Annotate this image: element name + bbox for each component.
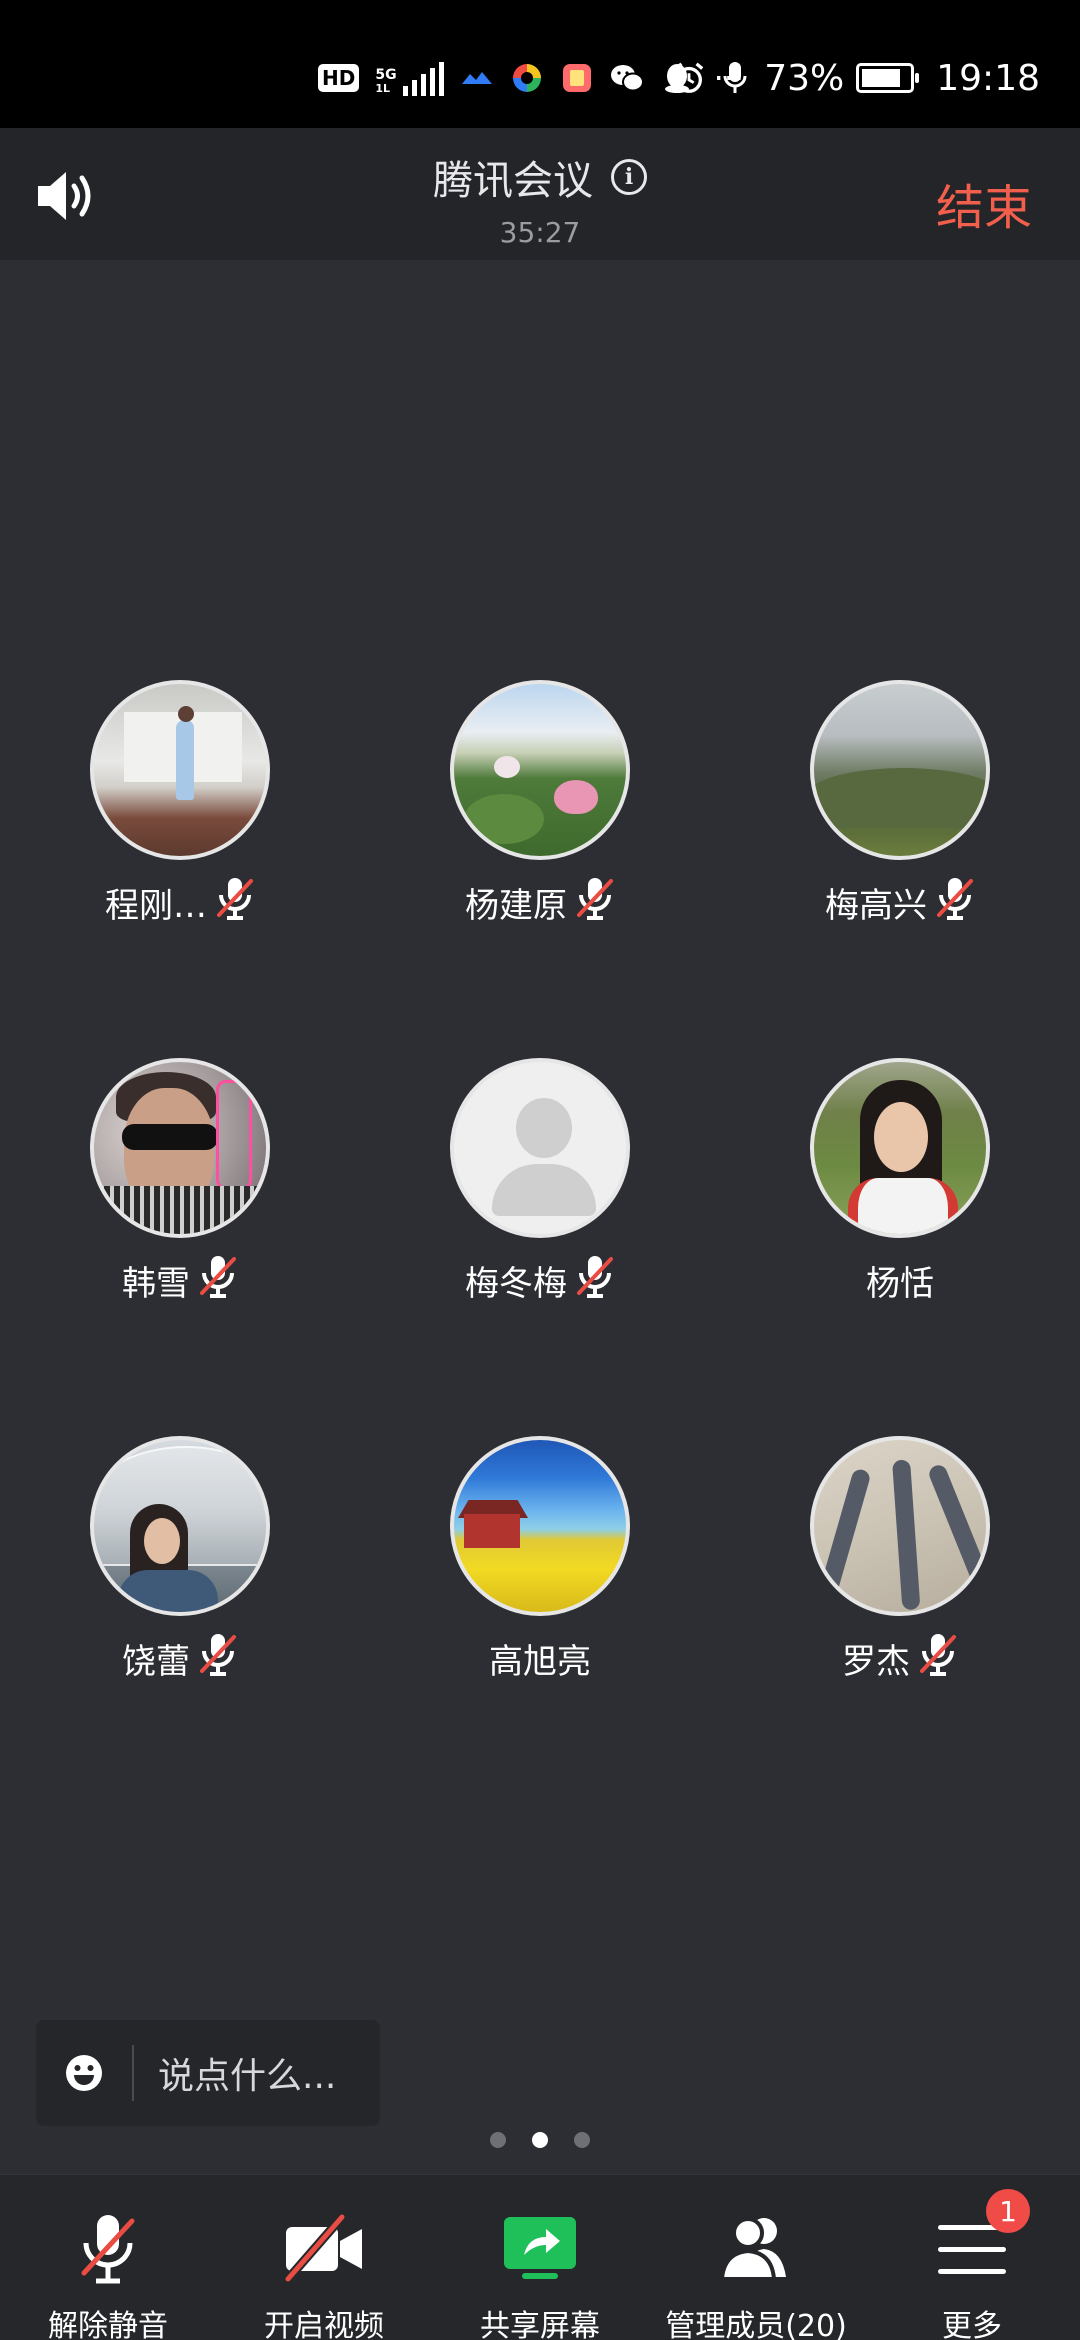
participant-name: 高旭亮 — [489, 1641, 591, 1682]
page-indicator[interactable] — [0, 2132, 1080, 2148]
title-block: 腾讯会议 i 35:27 — [0, 148, 1080, 249]
unmute-button[interactable]: 解除静音 — [0, 2211, 216, 2340]
battery-fill — [862, 69, 901, 87]
share-screen-button[interactable]: 共享屏幕 — [432, 2211, 648, 2340]
network-5g-label: 5G — [375, 67, 397, 83]
notification-badge: 1 — [986, 2189, 1030, 2233]
video-off-icon — [282, 2211, 366, 2287]
participant-tile[interactable]: 梅高兴 — [750, 680, 1050, 926]
avatar — [90, 1436, 270, 1616]
network-type: 5G 1L — [375, 68, 396, 96]
chat-input[interactable]: 说点什么... — [36, 2020, 380, 2126]
emoji-icon[interactable] — [64, 2053, 104, 2093]
mic-muted-icon — [198, 1253, 238, 1308]
start-video-label: 开启视频 — [264, 2309, 384, 2340]
meeting-timer: 35:27 — [499, 216, 581, 249]
participant-tile[interactable]: 程刚… — [30, 680, 330, 926]
avatar — [450, 680, 630, 860]
avatar — [90, 680, 270, 860]
participant-tile[interactable]: 杨恬 — [750, 1058, 1050, 1304]
participant-name: 饶蕾 — [122, 1641, 190, 1682]
color-app-icon — [510, 61, 544, 95]
participant-tile[interactable]: 杨建原 — [390, 680, 690, 926]
avatar — [810, 680, 990, 860]
hd-badge: HD — [318, 64, 360, 92]
default-avatar-icon — [516, 1098, 572, 1158]
cell-signal-icon: 5G 1L — [375, 60, 444, 96]
page-dot[interactable] — [574, 2132, 590, 2148]
network-sub-label: 1L — [375, 82, 391, 95]
clock: 19:18 — [936, 57, 1040, 99]
participant-name: 罗杰 — [842, 1641, 910, 1682]
page-dot[interactable] — [490, 2132, 506, 2148]
participant-name: 杨建原 — [465, 885, 567, 926]
menu-icon: 1 — [930, 2189, 1030, 2287]
mic-muted-icon — [935, 875, 975, 930]
battery-percent: 73% — [764, 57, 845, 99]
alarm-icon — [672, 61, 706, 95]
manage-members-label: 管理成员(20) — [665, 2309, 847, 2340]
info-icon[interactable]: i — [611, 159, 647, 195]
participant-tile[interactable]: 梅冬梅 — [390, 1058, 690, 1304]
status-right: 73% 19:18 — [672, 54, 1040, 102]
mic-muted-icon — [575, 875, 615, 930]
chat-divider — [132, 2045, 134, 2101]
more-button[interactable]: 1 更多 — [864, 2189, 1080, 2340]
avatar — [90, 1058, 270, 1238]
participant-tile[interactable]: 高旭亮 — [390, 1436, 690, 1682]
participant-name: 程刚… — [105, 885, 207, 926]
more-label: 更多 — [942, 2309, 1002, 2340]
page-dot[interactable] — [532, 2132, 548, 2148]
battery-icon — [856, 63, 920, 93]
avatar — [810, 1058, 990, 1238]
microphone-status-icon — [718, 61, 752, 95]
participant-name: 韩雪 — [122, 1263, 190, 1304]
participant-tile[interactable]: 罗杰 — [750, 1436, 1050, 1682]
bottom-toolbar: 解除静音 开启视频 共享屏幕 管理成员(20) 1 更多 — [0, 2174, 1080, 2340]
mic-muted-icon — [575, 1253, 615, 1308]
mic-muted-icon — [918, 1631, 958, 1686]
chat-placeholder: 说点什么... — [158, 2056, 337, 2097]
participant-name: 梅高兴 — [825, 885, 927, 926]
app-store-icon — [560, 61, 594, 95]
feishu-app-icon — [460, 61, 494, 95]
end-meeting-button[interactable]: 结束 — [936, 168, 1032, 238]
participant-tile[interactable]: 饶蕾 — [30, 1436, 330, 1682]
members-icon — [714, 2211, 798, 2287]
meeting-header: 腾讯会议 i 35:27 结束 — [0, 128, 1080, 260]
avatar — [450, 1436, 630, 1616]
manage-members-button[interactable]: 管理成员(20) — [648, 2211, 864, 2340]
participant-name: 梅冬梅 — [465, 1263, 567, 1304]
avatar — [450, 1058, 630, 1238]
start-video-button[interactable]: 开启视频 — [216, 2211, 432, 2340]
page-title: 腾讯会议 — [433, 158, 593, 204]
status-bar: HD 5G 1L ··· 73% 19:18 — [0, 0, 1080, 128]
unmute-label: 解除静音 — [48, 2309, 168, 2340]
title-row[interactable]: 腾讯会议 i — [433, 148, 647, 206]
avatar — [810, 1436, 990, 1616]
wechat-icon — [610, 61, 644, 95]
mic-muted-icon — [215, 875, 255, 930]
share-screen-label: 共享屏幕 — [480, 2309, 600, 2340]
share-screen-icon — [498, 2211, 582, 2287]
participant-tile[interactable]: 韩雪 — [30, 1058, 330, 1304]
mic-muted-icon — [198, 1631, 238, 1686]
mic-muted-icon — [66, 2211, 150, 2287]
participant-name: 杨恬 — [866, 1263, 934, 1304]
